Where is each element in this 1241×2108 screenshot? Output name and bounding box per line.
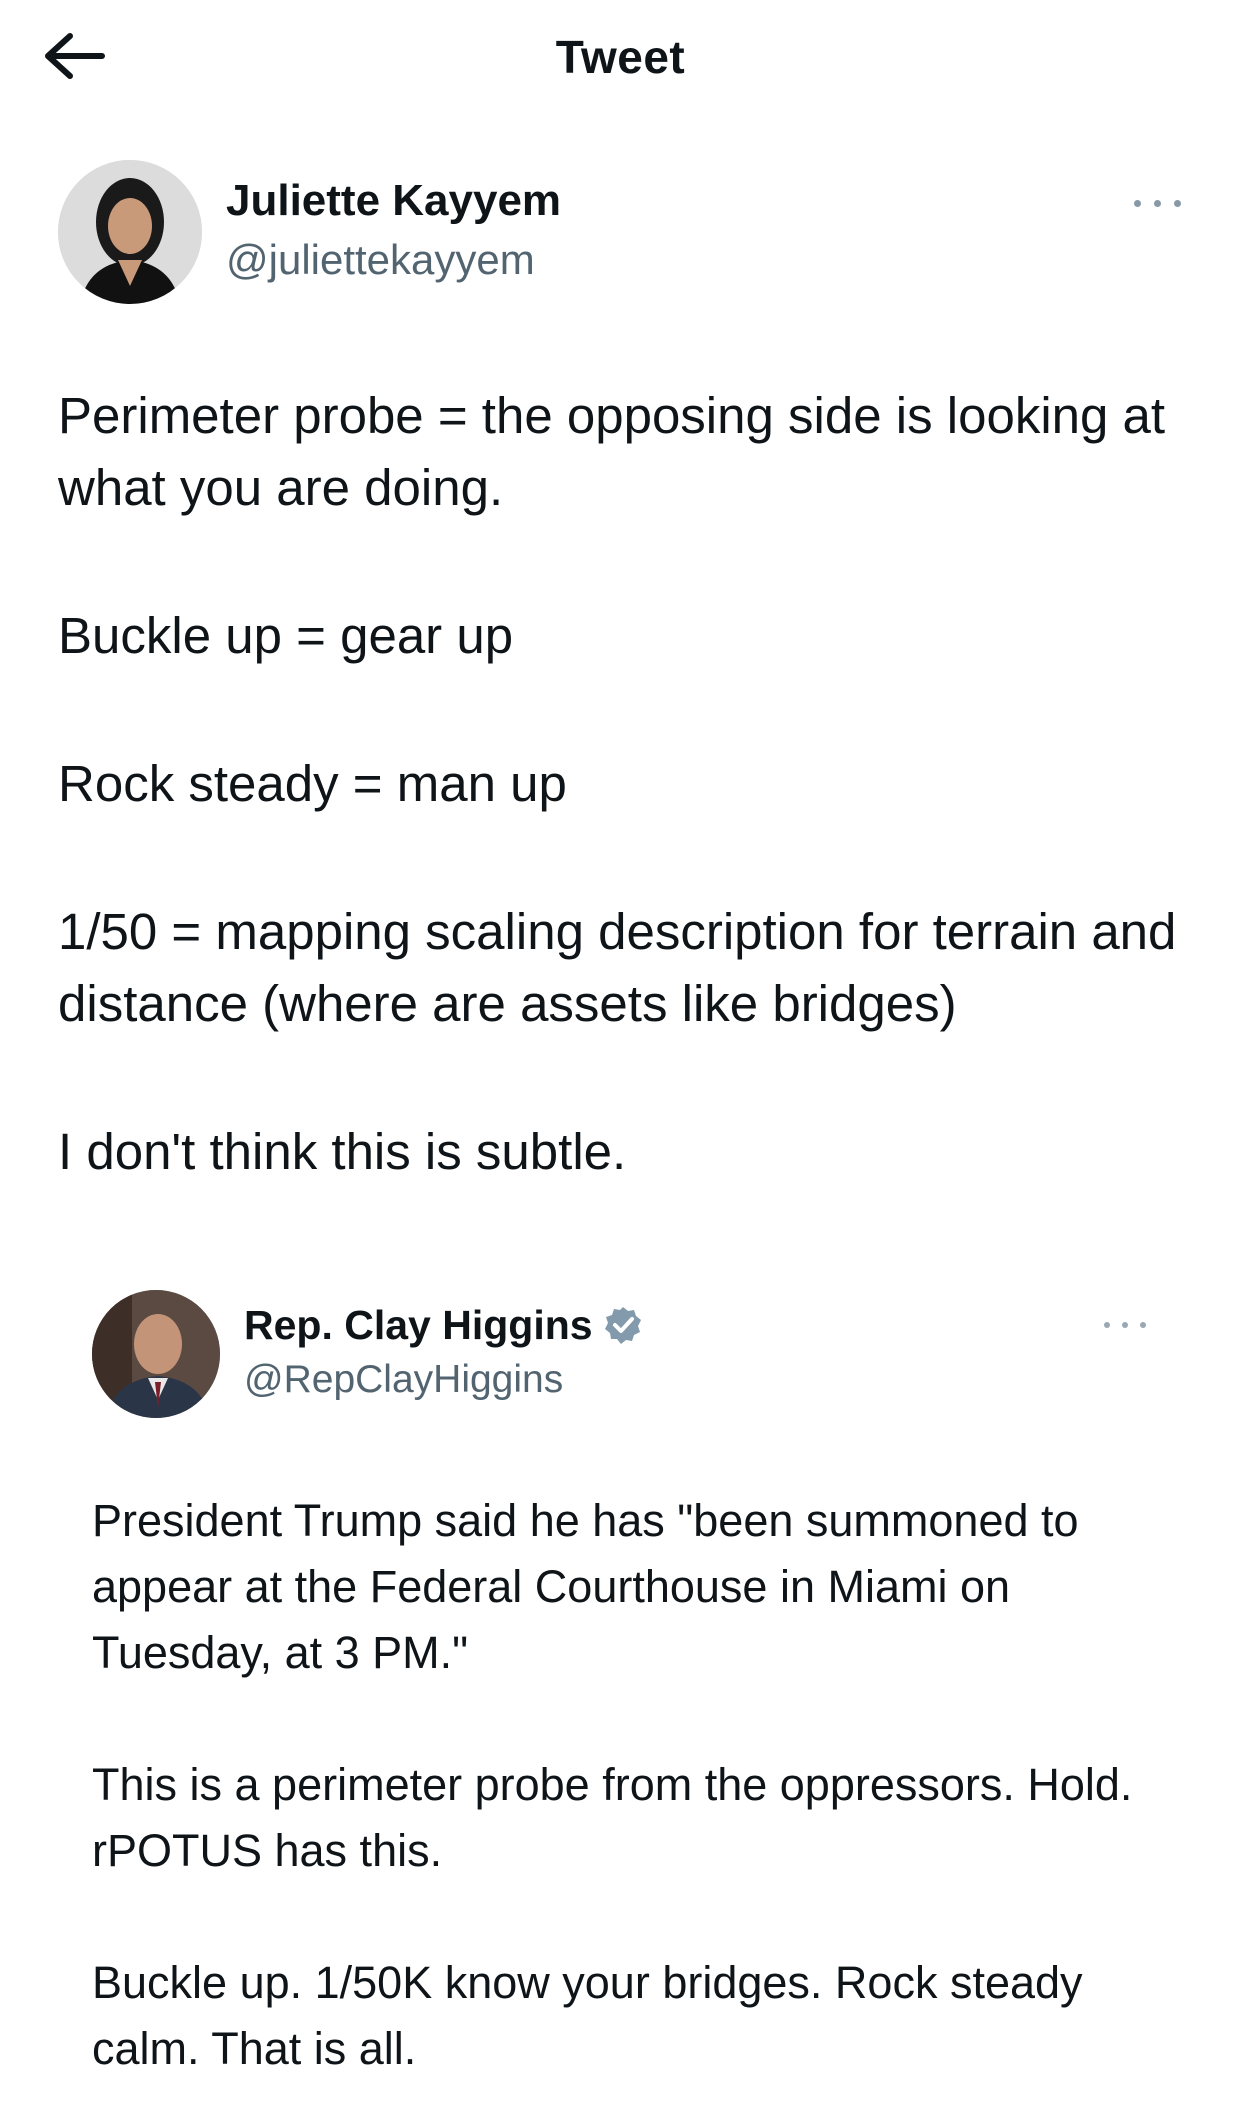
more-dots-icon xyxy=(1134,200,1141,207)
more-dots-icon xyxy=(1174,200,1181,207)
tweet-paragraph: Buckle up = gear up xyxy=(58,607,514,664)
tweet-text: Perimeter probe = the opposing side is l… xyxy=(58,380,1198,1188)
quoted-author-photo xyxy=(92,1290,220,1418)
author-handle[interactable]: @juliettekayyem xyxy=(226,236,535,284)
quoted-more-options-button[interactable] xyxy=(1100,1310,1156,1340)
quoted-author-name-text: Rep. Clay Higgins xyxy=(244,1302,593,1348)
quoted-author-name[interactable]: Rep. Clay Higgins xyxy=(244,1302,643,1349)
quoted-paragraph: Buckle up. 1/50K know your bridges. Rock… xyxy=(92,1957,1083,2074)
quoted-author-handle[interactable]: @RepClayHiggins xyxy=(244,1358,563,1402)
quoted-paragraph: President Trump said he has "been summon… xyxy=(92,1495,1079,1678)
quoted-tweet-text: President Trump said he has "been summon… xyxy=(92,1488,1192,2082)
more-dots-icon xyxy=(1104,1322,1110,1328)
top-bar: Tweet xyxy=(0,0,1241,118)
page-title: Tweet xyxy=(555,31,686,83)
tweet-paragraph: 1/50 = mapping scaling description for t… xyxy=(58,903,1177,1032)
quoted-avatar[interactable] xyxy=(92,1290,220,1418)
more-dots-icon xyxy=(1122,1322,1128,1328)
tweet-paragraph: Rock steady = man up xyxy=(58,755,567,812)
author-photo xyxy=(58,160,202,304)
more-options-button[interactable] xyxy=(1130,188,1186,218)
tweet-paragraph: Perimeter probe = the opposing side is l… xyxy=(58,387,1166,516)
more-dots-icon xyxy=(1140,1322,1146,1328)
verified-badge-icon xyxy=(604,1307,641,1344)
more-dots-icon xyxy=(1154,200,1161,207)
author-name[interactable]: Juliette Kayyem xyxy=(226,176,561,226)
tweet-paragraph: I don't think this is subtle. xyxy=(58,1123,627,1180)
quoted-paragraph: This is a perimeter probe from the oppre… xyxy=(92,1759,1133,1876)
avatar[interactable] xyxy=(58,160,202,304)
